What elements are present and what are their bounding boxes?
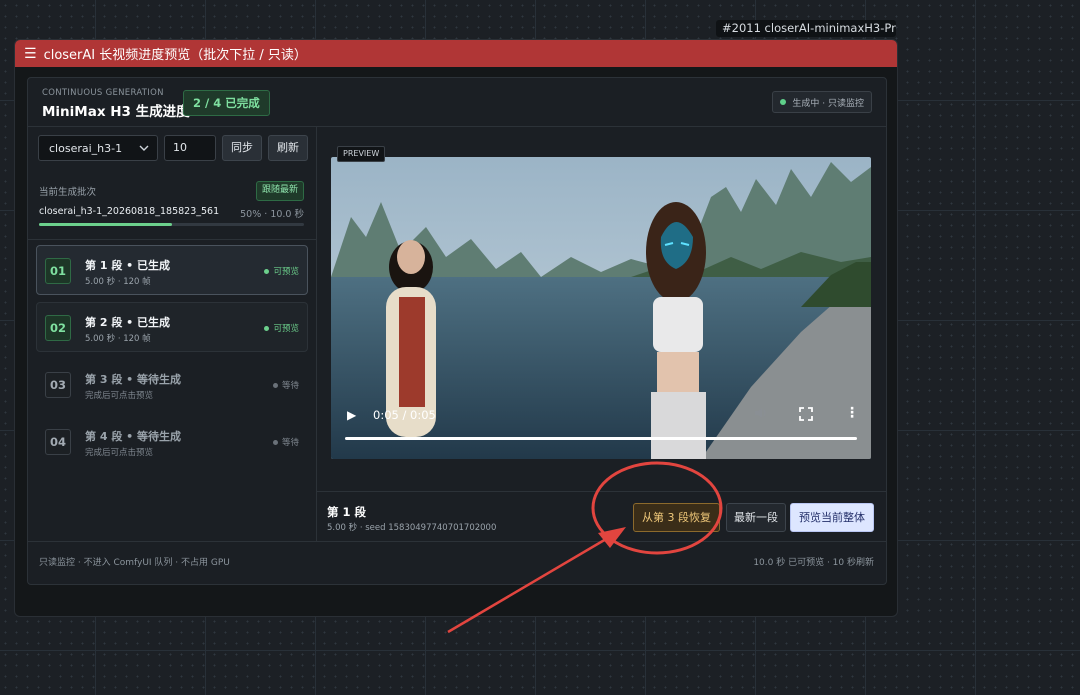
preview-area: PREVIEW ▶ 0:05 / 0:05 ⋮ 第 1 段 5.00 秒 · s… [317, 127, 886, 541]
segment-state: 可预览 [264, 322, 299, 334]
segment-title: 第 3 段 • 等待生成 [85, 373, 182, 386]
segment-state-label: 等待 [281, 438, 299, 448]
model-select-value: closerai_h3-1 [49, 141, 123, 155]
segment-subtitle: 完成后可点击预览 [85, 448, 154, 458]
batch-count-input[interactable]: 10 [164, 135, 216, 161]
resume-from-segment-button[interactable]: 从第 3 段恢复 [633, 503, 720, 532]
footer-status: 10.0 秒 已可预览 · 10 秒刷新 [753, 558, 874, 568]
node-id-tag: #2011 closerAI-minimaxH3-Pro... [716, 20, 896, 37]
follow-latest-button[interactable]: 跟随最新 [255, 181, 304, 201]
hamburger-menu-icon[interactable]: ☰ [24, 46, 37, 62]
more-options-icon[interactable]: ⋮ [845, 406, 859, 420]
segment-title: 第 2 段 • 已生成 [85, 316, 171, 329]
status-text: 生成中 · 只读监控 [792, 98, 864, 109]
progress-panel: CONTINUOUS GENERATION MiniMax H3 生成进度 2 … [27, 77, 887, 585]
page-title: MiniMax H3 生成进度 [42, 104, 190, 120]
segment-item[interactable]: 04 第 4 段 • 等待生成 完成后可点击预览 等待 [36, 416, 308, 466]
chevron-down-icon [139, 145, 149, 151]
segment-state: 等待 [272, 436, 299, 448]
selected-segment-meta: 5.00 秒 · seed 158304977407017020​00 [327, 523, 497, 533]
segment-state-label: 等待 [281, 381, 299, 391]
current-batch: 当前生成批次 跟随最新 closerai_h3-1_20260818_18582… [28, 171, 316, 240]
segment-subtitle: 5.00 秒 · 120 帧 [85, 334, 151, 344]
segment-title: 第 1 段 • 已生成 [85, 259, 171, 272]
sync-button[interactable]: 同步 [222, 135, 262, 161]
batch-id: closerai_h3-1_20260818_185823_561 [39, 206, 220, 217]
status-dot-icon [780, 99, 787, 105]
latest-segment-button[interactable]: 最新一段 [726, 503, 786, 532]
preview-node: ☰ closerAI 长视频进度预览（批次下拉 / 只读） CONTINUOUS… [14, 39, 898, 617]
segment-title: 第 4 段 • 等待生成 [85, 430, 182, 443]
batch-progress-text: 50% · 10.0 秒 [240, 209, 304, 220]
state-dot-icon [272, 382, 278, 388]
batch-progress-bar [39, 223, 304, 226]
segment-item[interactable]: 02 第 2 段 • 已生成 5.00 秒 · 120 帧 可预览 [36, 302, 308, 352]
completion-badge: 2 / 4 已完成 [183, 90, 270, 116]
segment-state: 可预览 [264, 265, 299, 277]
selected-segment-name: 第 1 段 [327, 505, 367, 519]
segment-subtitle: 完成后可点击预览 [85, 391, 154, 401]
node-title: closerAI 长视频进度预览（批次下拉 / 只读） [43, 48, 307, 63]
batch-controls: closerai_h3-1 10 同步 刷新 [38, 135, 308, 161]
segment-action-bar: 第 1 段 5.00 秒 · seed 158304977407017020​0… [317, 491, 886, 542]
play-icon[interactable]: ▶ [347, 408, 356, 422]
volume-icon[interactable] [753, 405, 769, 421]
batch-progress-fill [39, 223, 172, 226]
eyebrow-label: CONTINUOUS GENERATION [42, 88, 164, 98]
state-dot-icon [264, 325, 270, 331]
status-badge: 生成中 · 只读监控 [772, 91, 872, 113]
segment-item[interactable]: 01 第 1 段 • 已生成 5.00 秒 · 120 帧 可预览 [36, 245, 308, 295]
refresh-button[interactable]: 刷新 [268, 135, 308, 161]
fullscreen-icon[interactable] [799, 407, 813, 421]
segment-state: 等待 [272, 379, 299, 391]
segment-number: 02 [45, 315, 71, 341]
segment-sidebar: closerai_h3-1 10 同步 刷新 当前生成批次 跟随最新 close… [28, 127, 317, 541]
state-dot-icon [272, 439, 278, 445]
preview-tag: PREVIEW [337, 146, 386, 162]
segment-subtitle: 5.00 秒 · 120 帧 [85, 277, 151, 287]
segment-number: 01 [45, 258, 71, 284]
node-header[interactable]: ☰ closerAI 长视频进度预览（批次下拉 / 只读） [15, 40, 897, 67]
segment-item[interactable]: 03 第 3 段 • 等待生成 完成后可点击预览 等待 [36, 359, 308, 409]
model-select[interactable]: closerai_h3-1 [38, 135, 158, 161]
footer-note: 只读监控 · 不进入 ComfyUI 队列 · 不占用 GPU [39, 558, 230, 568]
segment-state-label: 可预览 [273, 324, 299, 334]
segment-number: 03 [45, 372, 71, 398]
preview-whole-button[interactable]: 预览当前整体 [790, 503, 874, 532]
segment-number: 04 [45, 429, 71, 455]
panel-footer: 只读监控 · 不进入 ComfyUI 队列 · 不占用 GPU 10.0 秒 已… [28, 541, 886, 584]
segment-state-label: 可预览 [273, 267, 299, 277]
batch-label: 当前生成批次 [39, 187, 97, 198]
video-player[interactable]: ▶ 0:05 / 0:05 ⋮ [331, 157, 871, 459]
video-scrub-bar[interactable] [345, 437, 857, 440]
video-time: 0:05 / 0:05 [373, 408, 436, 422]
state-dot-icon [264, 268, 270, 274]
panel-header: CONTINUOUS GENERATION MiniMax H3 生成进度 2 … [28, 78, 886, 127]
